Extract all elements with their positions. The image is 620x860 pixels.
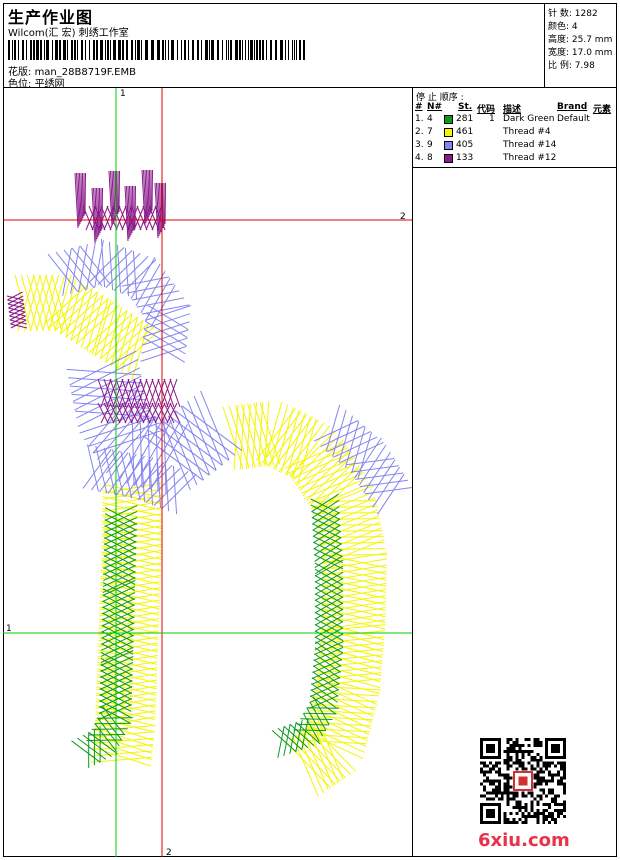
thread-color-swatch: [444, 128, 453, 137]
row-description: Thread #4: [503, 127, 551, 137]
stat-stitches: 针 数: 1282: [548, 9, 598, 19]
col-index: #: [415, 102, 423, 112]
barcode: [8, 40, 305, 60]
row-needle: 7: [427, 127, 433, 137]
stat-colors: 颜色: 4: [548, 22, 578, 32]
row-needle: 4: [427, 114, 433, 124]
row-stitches: 281: [456, 114, 474, 124]
stop-sequence-row[interactable]: 2. 7 461 Thread #4: [413, 127, 617, 139]
thread-color-swatch: [444, 154, 453, 163]
row-stitches: 461: [456, 127, 474, 137]
col-needle: N#: [427, 102, 443, 112]
studio-subtitle: Wilcom(汇 宏) 刺绣工作室: [8, 28, 129, 39]
embroidery-preview: 1 2 1 2: [3, 88, 412, 857]
stop-sequence-row[interactable]: 3. 9 405 Thread #14: [413, 140, 617, 152]
row-index: 2.: [415, 127, 424, 137]
design-canvas[interactable]: 1 2 1 2: [3, 88, 413, 857]
watermark: 6xiu.com: [478, 830, 570, 851]
stat-width: 宽度: 17.0 mm: [548, 48, 613, 58]
row-index: 1.: [415, 114, 424, 124]
qr-code[interactable]: [480, 738, 566, 824]
row-description: Thread #14: [503, 140, 557, 150]
row-stitches: 405: [456, 140, 474, 150]
stats-panel: 针 数: 1282 颜色: 4 高度: 25.7 mm 宽度: 17.0 mm …: [545, 3, 617, 88]
row-index: 4.: [415, 153, 424, 163]
row-description: Thread #12: [503, 153, 557, 163]
guide-label-v2: 2: [166, 848, 172, 857]
thread-yellow-stitches: [14, 274, 388, 797]
row-needle: 9: [427, 140, 433, 150]
thread-color-swatch: [444, 141, 453, 150]
stop-sequence-panel: 停 止 顺序 : # N# St. 代码 描述 Brand 元素 1. 4 281 1…: [413, 88, 617, 168]
row-description: Dark Green: [503, 114, 555, 124]
guide-label-h2: 2: [400, 212, 406, 222]
stop-sequence-header: # N# St. 代码 描述 Brand 元素: [413, 102, 617, 115]
row-needle: 8: [427, 153, 433, 163]
col-stitches: St.: [458, 102, 473, 112]
thread-color-swatch: [444, 115, 453, 124]
stat-scale: 比 例: 7.98: [548, 61, 595, 71]
stat-height: 高度: 25.7 mm: [548, 35, 613, 45]
row-stitches: 133: [456, 153, 474, 163]
header-panel: 生产作业图 Wilcom(汇 宏) 刺绣工作室 花版: man_28B8719F…: [3, 3, 545, 90]
guide-label-v1: 1: [120, 89, 126, 99]
stop-sequence-row[interactable]: 1. 4 281 1 Dark Green Default: [413, 114, 617, 126]
stop-sequence-row[interactable]: 4. 8 133 Thread #12: [413, 153, 617, 165]
row-brand: Default: [557, 114, 590, 124]
guide-label-h1: 1: [6, 624, 12, 634]
col-brand: Brand: [557, 102, 588, 112]
row-index: 3.: [415, 140, 424, 150]
thread-lavender-stitches: [47, 238, 412, 515]
row-code: 1: [489, 114, 495, 124]
